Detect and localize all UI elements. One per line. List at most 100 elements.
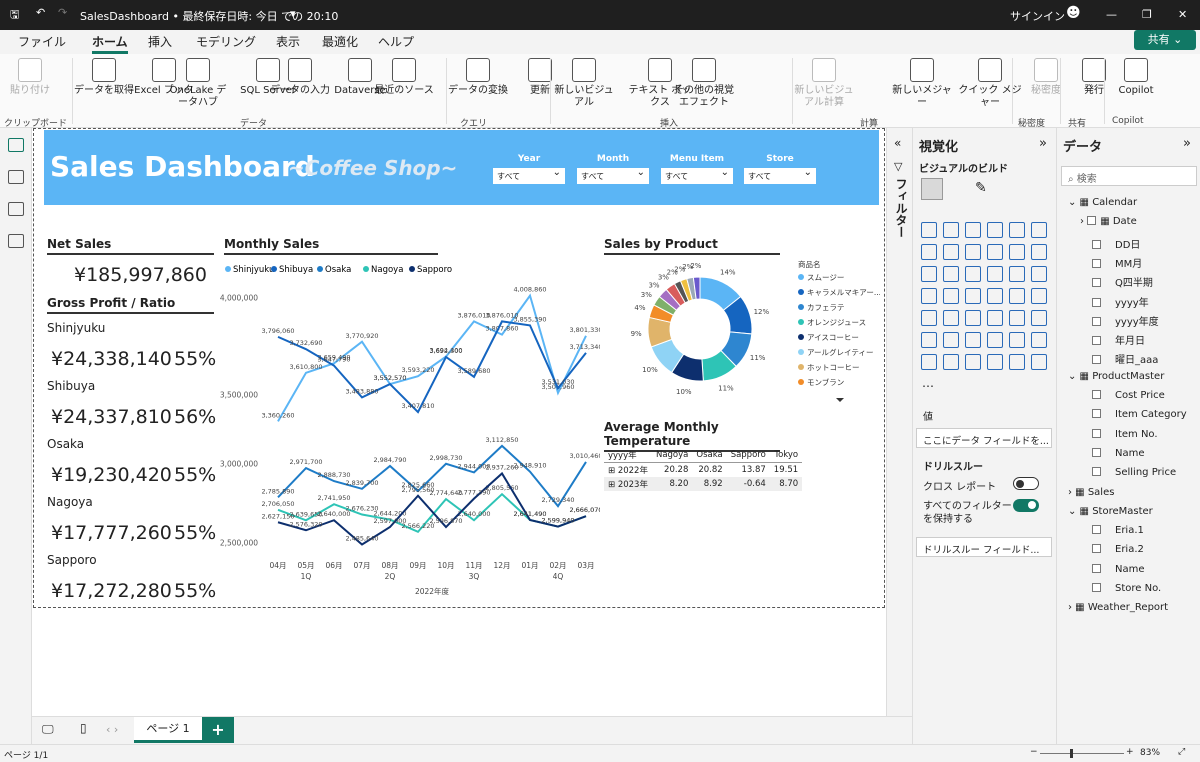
restore-icon[interactable]: ❐	[1142, 8, 1152, 21]
field-item[interactable]: Item Category	[1092, 409, 1187, 420]
legend-item[interactable]: キャラメルマキアー...	[798, 288, 880, 297]
visual-type-icon[interactable]	[921, 222, 937, 238]
ribbon-button[interactable]: その他の視覚エフェクト	[672, 58, 736, 109]
checkbox[interactable]	[1092, 467, 1101, 477]
add-page-button[interactable]: +	[202, 717, 234, 743]
table-row[interactable]: ⊞ 2022年 20.28 20.82 13.87 19.51	[604, 463, 802, 478]
menu-home[interactable]: ホーム	[92, 33, 128, 54]
page-tab[interactable]: ページ 1	[134, 717, 202, 743]
legend-item[interactable]: Sapporo	[409, 265, 452, 275]
expand-icon[interactable]: »	[1039, 136, 1047, 151]
slicer-value[interactable]: すべて	[577, 167, 649, 184]
visual-type-icon[interactable]	[1031, 354, 1047, 370]
redo-icon[interactable]: ↷	[58, 6, 67, 19]
ribbon-button[interactable]: OneLake データハブ	[166, 58, 230, 109]
field-item[interactable]: yyyy年	[1092, 294, 1149, 309]
build-visual-icon[interactable]	[921, 178, 943, 200]
collapse-icon[interactable]: «	[894, 136, 901, 150]
field-item[interactable]: Name	[1092, 563, 1145, 575]
zoom-slider[interactable]	[1040, 749, 1124, 758]
close-icon[interactable]: ✕	[1178, 8, 1187, 21]
visual-type-icon[interactable]	[943, 332, 959, 348]
visual-type-icon[interactable]	[1009, 244, 1025, 260]
values-field-well[interactable]: ここにデータ フィールドを...	[916, 428, 1052, 448]
chevron-down-icon[interactable]: ▾	[290, 7, 296, 20]
visual-type-icon[interactable]	[943, 310, 959, 326]
slicer-month[interactable]: Month すべて	[577, 154, 649, 184]
table-icon[interactable]: ⌄ ▦	[1068, 506, 1092, 517]
visual-type-icon[interactable]	[943, 222, 959, 238]
checkbox[interactable]	[1092, 278, 1101, 288]
slicer-year[interactable]: Year すべて	[493, 154, 565, 184]
menu-view[interactable]: 表示	[276, 33, 300, 50]
visual-type-icon[interactable]	[965, 222, 981, 238]
checkbox[interactable]	[1092, 355, 1101, 365]
table-node[interactable]: ⌄ ▦ Calendar	[1068, 197, 1137, 208]
temperature-table[interactable]: yyyy年 Nagoya Osaka Sapporo Tokyo ⊞ 2022年 20.2…	[604, 448, 803, 491]
monthly-sales-chart[interactable]: Shinjyuku Shibuya Osaka Nagoya Sapporo 4,000,…	[220, 258, 600, 600]
ribbon-button[interactable]: データの入力	[268, 58, 332, 97]
more-visuals-icon[interactable]: …	[922, 376, 934, 390]
dax-view-icon[interactable]	[8, 234, 24, 248]
file-title[interactable]: SalesDashboard • 最終保存日時: 今日 での 20:10	[80, 8, 338, 24]
zoom-in-icon[interactable]: +	[1126, 747, 1134, 757]
visual-type-icon[interactable]	[1031, 244, 1047, 260]
checkbox[interactable]	[1092, 583, 1101, 592]
checkbox[interactable]	[1092, 316, 1101, 326]
visual-type-icon[interactable]	[965, 332, 981, 348]
visual-type-icon[interactable]	[921, 244, 937, 260]
table-icon[interactable]: › ▦	[1068, 602, 1088, 613]
ribbon-button[interactable]: Copilot	[1104, 58, 1168, 97]
checkbox[interactable]	[1092, 336, 1101, 346]
field-item[interactable]: Q四半期	[1092, 274, 1153, 289]
checkbox[interactable]: › ▦	[1080, 216, 1113, 227]
menu-modeling[interactable]: モデリング	[196, 33, 256, 50]
visual-type-icon[interactable]	[943, 266, 959, 282]
table-icon[interactable]: ⌄ ▦	[1068, 371, 1092, 382]
visual-type-icon[interactable]	[921, 266, 937, 282]
visual-type-icon[interactable]	[1009, 354, 1025, 370]
visual-type-icon[interactable]	[943, 354, 959, 370]
visual-type-icon[interactable]	[1031, 310, 1047, 326]
legend-item[interactable]: アールグレイティー	[798, 347, 873, 357]
field-item[interactable]: 年月日	[1092, 332, 1145, 347]
visual-type-icon[interactable]	[965, 288, 981, 304]
checkbox[interactable]	[1092, 447, 1101, 457]
undo-icon[interactable]: ↶	[36, 6, 45, 19]
checkbox[interactable]	[1092, 409, 1101, 419]
table-icon[interactable]: ⌄ ▦	[1068, 197, 1092, 208]
visual-type-icon[interactable]	[1031, 222, 1047, 238]
field-item[interactable]: MM月	[1092, 255, 1142, 270]
ribbon-button[interactable]: 新しいメジャー	[890, 58, 954, 109]
slicer-value[interactable]: すべて	[744, 167, 816, 184]
ribbon-button[interactable]: 最近のソース	[372, 58, 436, 97]
slicer-store[interactable]: Store すべて	[744, 154, 816, 184]
share-button[interactable]: 共有 ⌄	[1134, 30, 1196, 50]
visual-type-icon[interactable]	[987, 266, 1003, 282]
visual-type-icon[interactable]	[965, 354, 981, 370]
visual-type-icon[interactable]	[1031, 288, 1047, 304]
report-view-icon[interactable]	[8, 138, 24, 152]
ribbon-button[interactable]: データを取得	[72, 58, 136, 97]
field-item[interactable]: Eria.1	[1092, 525, 1144, 536]
visual-type-icon[interactable]	[1009, 222, 1025, 238]
save-icon[interactable]: 🖫	[10, 6, 19, 25]
checkbox[interactable]	[1092, 525, 1101, 535]
visual-type-icon[interactable]	[921, 310, 937, 326]
visual-type-icon[interactable]	[921, 354, 937, 370]
minimize-icon[interactable]: —	[1106, 8, 1117, 21]
expand-icon[interactable]: »	[1183, 136, 1191, 151]
product-sales-chart[interactable]: 14%12%11%11%10%10%9%4%3%3%3%2%2%2%2% 商品名ス…	[600, 256, 880, 406]
visual-type-icon[interactable]	[943, 244, 959, 260]
table-node[interactable]: ⌄ ▦ StoreMaster	[1068, 506, 1153, 517]
legend-item[interactable]: モンブラン	[798, 377, 844, 387]
slicer-value[interactable]: すべて	[493, 167, 565, 184]
field-item[interactable]: 曜日_aaa	[1092, 351, 1158, 366]
ribbon-button[interactable]: 貼り付け	[0, 58, 62, 97]
visual-type-icon[interactable]	[1031, 332, 1047, 348]
legend-item[interactable]: オレンジジュース	[798, 318, 866, 327]
legend-scroll-icon[interactable]	[836, 398, 844, 402]
visual-type-icon[interactable]	[1031, 266, 1047, 282]
visual-type-icon[interactable]	[921, 332, 937, 348]
checkbox[interactable]	[1092, 258, 1101, 268]
